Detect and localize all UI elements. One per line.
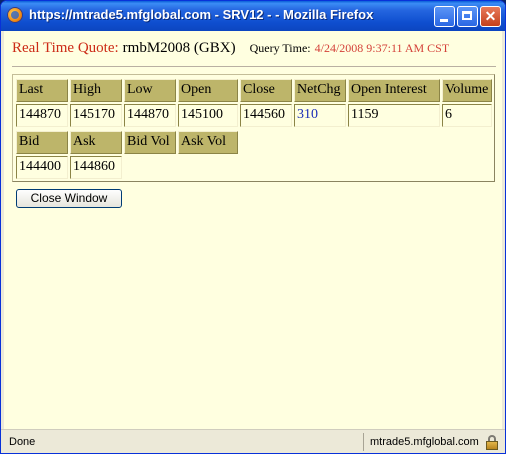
status-domain: mtrade5.mfglobal.com bbox=[370, 436, 479, 448]
firefox-icon bbox=[7, 7, 23, 23]
col-header-low: Low bbox=[124, 79, 176, 102]
browser-window: https://mtrade5.mfglobal.com - SRV12 - -… bbox=[0, 0, 506, 454]
cell-volume: 6 bbox=[442, 104, 492, 127]
divider bbox=[12, 66, 496, 67]
cell-bid: 144400 bbox=[16, 156, 68, 179]
maximize-icon bbox=[462, 11, 472, 20]
col-header-volume: Volume bbox=[442, 79, 492, 102]
cell-high: 145170 bbox=[70, 104, 122, 127]
cell-ask: 144860 bbox=[70, 156, 122, 179]
query-time-label: Query Time: bbox=[249, 41, 311, 55]
cell-low: 144870 bbox=[124, 104, 176, 127]
title-bar[interactable]: https://mtrade5.mfglobal.com - SRV12 - -… bbox=[1, 1, 505, 31]
page-content: Real Time Quote: rmbM2008 (GBX) Query Ti… bbox=[4, 31, 502, 429]
status-bar: Done mtrade5.mfglobal.com bbox=[1, 429, 505, 453]
close-icon: ✕ bbox=[484, 8, 497, 24]
col-header-netchg: NetChg bbox=[294, 79, 346, 102]
close-button[interactable]: ✕ bbox=[480, 6, 501, 27]
instrument-name: rmbM2008 (GBX) bbox=[122, 40, 236, 56]
real-time-quote-label: Real Time Quote: bbox=[12, 40, 119, 56]
col-header-ask: Ask bbox=[70, 131, 122, 154]
col-header-open-interest: Open Interest bbox=[348, 79, 440, 102]
cell-open-interest: 1159 bbox=[348, 104, 440, 127]
cell-open: 145100 bbox=[178, 104, 238, 127]
col-header-bid-vol: Bid Vol bbox=[124, 131, 176, 154]
status-divider bbox=[363, 433, 364, 451]
lock-body bbox=[486, 441, 498, 450]
window-title: https://mtrade5.mfglobal.com - SRV12 - -… bbox=[29, 7, 374, 22]
col-header-close: Close bbox=[240, 79, 292, 102]
minimize-icon bbox=[440, 19, 448, 22]
query-time-value: 4/24/2008 9:37:11 AM CST bbox=[314, 41, 450, 55]
status-text: Done bbox=[9, 436, 36, 448]
close-window-button[interactable]: Close Window bbox=[16, 189, 122, 208]
cell-last: 144870 bbox=[16, 104, 68, 127]
col-header-high: High bbox=[70, 79, 122, 102]
col-header-ask-vol: Ask Vol bbox=[178, 131, 238, 154]
maximize-button[interactable] bbox=[457, 6, 478, 27]
cell-close: 144560 bbox=[240, 104, 292, 127]
col-header-last: Last bbox=[16, 79, 68, 102]
col-header-open: Open bbox=[178, 79, 238, 102]
lock-icon[interactable] bbox=[485, 435, 499, 450]
quote-header: Real Time Quote: rmbM2008 (GBX) Query Ti… bbox=[12, 39, 449, 57]
minimize-button[interactable] bbox=[434, 6, 455, 27]
col-header-bid: Bid bbox=[16, 131, 68, 154]
cell-netchg: 310 bbox=[294, 104, 346, 127]
